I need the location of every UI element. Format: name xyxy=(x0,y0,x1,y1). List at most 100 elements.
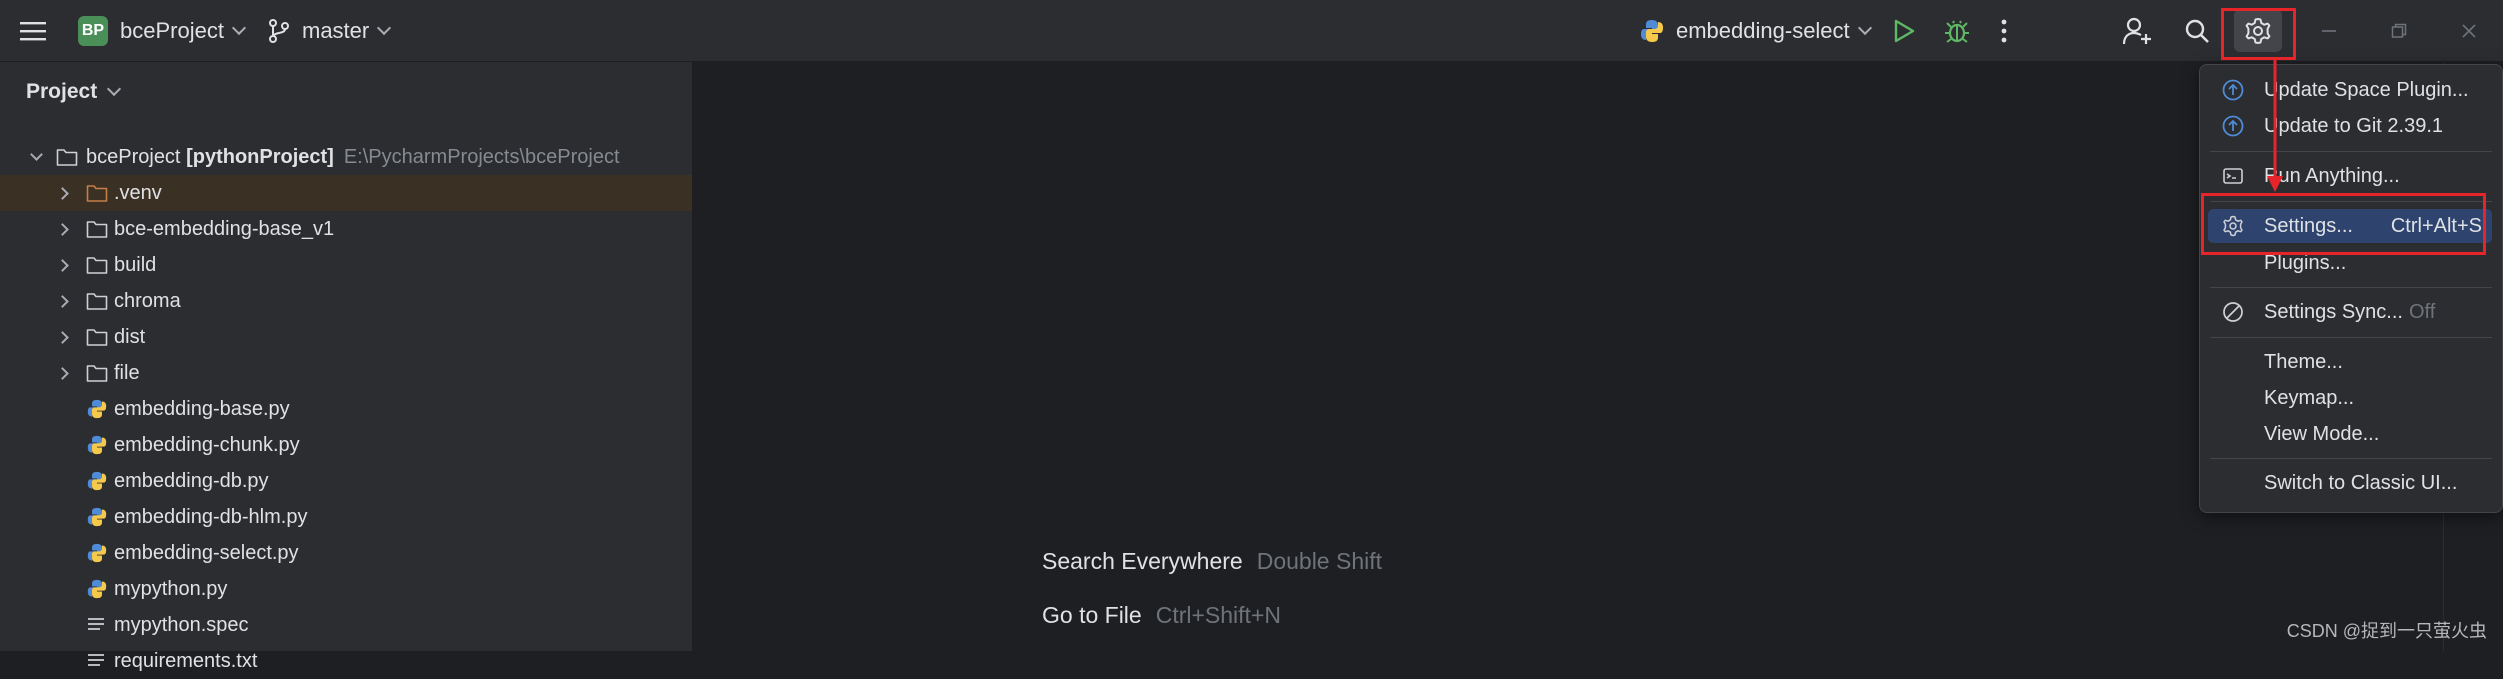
folder-icon xyxy=(56,149,78,166)
tree-item[interactable]: embedding-chunk.py xyxy=(0,427,692,463)
branch-selector[interactable]: master xyxy=(268,0,392,61)
annotation-arrow xyxy=(2267,58,2283,192)
hint-action: Search Everywhere xyxy=(1042,548,1243,574)
root-module: [pythonProject] xyxy=(186,146,334,168)
menu-item-update-git[interactable]: Update to Git 2.39.1 xyxy=(2208,109,2492,143)
tree-item-label: embedding-db-hlm.py xyxy=(114,506,308,528)
tree-item[interactable]: requirements.txt xyxy=(0,643,692,679)
folder-icon xyxy=(86,329,108,346)
menu-item-keymap[interactable]: Keymap... xyxy=(2208,381,2492,415)
python-file-icon xyxy=(87,579,107,599)
folder-icon xyxy=(86,221,108,238)
tree-item[interactable]: file xyxy=(0,355,692,391)
tree-item[interactable]: mypython.py xyxy=(0,571,692,607)
menu-item-run-anything[interactable]: Run Anything... xyxy=(2208,159,2492,193)
tree-item-label: bce-embedding-base_v1 xyxy=(114,218,335,240)
project-header-label: Project xyxy=(26,80,98,103)
python-file-icon xyxy=(87,399,107,419)
close-button[interactable] xyxy=(2439,0,2499,61)
tree-item[interactable]: dist xyxy=(0,319,692,355)
tree-root-bceproject[interactable]: bceProject [pythonProject] E:\PycharmProj… xyxy=(0,139,692,175)
code-with-me-button[interactable] xyxy=(2123,0,2153,61)
go-to-file-hint[interactable]: Go to File Ctrl+Shift+N xyxy=(1042,602,1281,629)
chevron-right-icon xyxy=(56,223,69,236)
main-menu-button[interactable] xyxy=(20,0,46,61)
folder-icon xyxy=(86,293,108,310)
tree-item-icon-wrap xyxy=(86,643,108,679)
chevron-right-icon xyxy=(56,367,69,380)
tree-item-icon-wrap xyxy=(86,607,108,643)
project-view-selector[interactable]: Project xyxy=(26,80,122,104)
chevron-down-icon xyxy=(377,20,392,35)
tree-item-icon-wrap xyxy=(86,427,108,463)
tree-item[interactable]: chroma xyxy=(0,283,692,319)
menu-item-suffix: Off xyxy=(2408,300,2436,323)
menu-item-update-space-plugin[interactable]: Update Space Plugin... xyxy=(2208,73,2492,107)
folder-icon xyxy=(86,185,108,202)
chevron-down-icon xyxy=(1857,20,1872,35)
tree-item[interactable]: embedding-base.py xyxy=(0,391,692,427)
text-file-icon xyxy=(88,618,104,630)
tree-item-icon-wrap xyxy=(86,283,108,319)
tree-item-label: mypython.py xyxy=(114,578,228,600)
run-button[interactable] xyxy=(1893,0,1915,61)
tree-item-icon-wrap xyxy=(86,319,108,355)
more-vertical-icon xyxy=(2001,19,2007,42)
menu-item-label: Keymap... xyxy=(2264,386,2355,409)
minimize-button[interactable] xyxy=(2299,0,2359,61)
python-icon xyxy=(1641,19,1663,42)
menu-item-view-mode[interactable]: View Mode... xyxy=(2208,417,2492,451)
root-name: bceProject xyxy=(86,146,181,168)
menu-item-label: View Mode... xyxy=(2264,422,2380,445)
restore-button[interactable] xyxy=(2369,0,2429,61)
search-icon xyxy=(2185,19,2209,43)
menu-item-label: Settings Sync... Off xyxy=(2264,301,2435,324)
project-selector[interactable]: BP bceProject xyxy=(78,0,247,61)
menu-item-label: Update to Git 2.39.1 xyxy=(2264,114,2444,137)
debug-button[interactable] xyxy=(1944,0,1970,61)
tree-item-icon-wrap xyxy=(86,571,108,607)
chevron-down-icon xyxy=(30,148,43,161)
branch-name: master xyxy=(302,17,370,43)
play-icon xyxy=(1894,19,1915,42)
tree-item-label: embedding-base.py xyxy=(114,398,290,420)
tree-item[interactable]: embedding-select.py xyxy=(0,535,692,571)
tree-item-icon-wrap xyxy=(86,535,108,571)
menu-item-label: Theme... xyxy=(2264,350,2343,373)
menu-item-theme[interactable]: Theme... xyxy=(2208,345,2492,379)
settings-dropdown-menu: Update Space Plugin... Update to Git 2.3… xyxy=(2199,64,2503,513)
bug-icon xyxy=(1945,20,1969,43)
tree-item[interactable]: bce-embedding-base_v1 xyxy=(0,211,692,247)
menu-separator xyxy=(2210,151,2492,152)
hint-shortcut: Double Shift xyxy=(1256,548,1383,574)
tree-item-icon-wrap xyxy=(86,499,108,535)
tree-root-label: bceProject [pythonProject] E:\PycharmProj… xyxy=(86,139,620,175)
tree-item[interactable]: embedding-db-hlm.py xyxy=(0,499,692,535)
python-file-icon xyxy=(87,507,107,527)
run-anything-icon xyxy=(2223,168,2243,184)
more-actions-button[interactable] xyxy=(2001,0,2007,61)
hint-shortcut: Ctrl+Shift+N xyxy=(1155,602,1281,628)
tree-item-label: mypython.spec xyxy=(114,614,249,636)
menu-item-text: Settings Sync... xyxy=(2264,300,2403,323)
close-icon xyxy=(2462,23,2476,38)
sync-off-icon xyxy=(2223,302,2243,322)
run-config-selector[interactable]: embedding-select xyxy=(1640,0,1872,61)
menu-item-settings-sync[interactable]: Settings Sync... Off xyxy=(2208,295,2492,329)
tree-item[interactable]: build xyxy=(0,247,692,283)
search-button[interactable] xyxy=(2184,0,2210,61)
folder-icon-wrap xyxy=(56,139,78,175)
tree-item[interactable]: mypython.spec xyxy=(0,607,692,643)
chevron-down-icon xyxy=(107,81,122,97)
add-user-icon xyxy=(2123,17,2151,44)
tree-item-label: embedding-chunk.py xyxy=(114,434,300,456)
menu-item-label: Switch to Classic UI... xyxy=(2264,471,2458,494)
hamburger-icon xyxy=(20,21,46,40)
tree-item[interactable]: embedding-db.py xyxy=(0,463,692,499)
menu-item-switch-classic-ui[interactable]: Switch to Classic UI... xyxy=(2208,466,2492,500)
tree-item-label: requirements.txt xyxy=(114,650,258,672)
search-everywhere-hint[interactable]: Search Everywhere Double Shift xyxy=(1042,548,1382,575)
tree-item[interactable]: .venv xyxy=(0,175,692,211)
python-file-icon xyxy=(87,435,107,455)
text-file-icon xyxy=(88,654,104,666)
